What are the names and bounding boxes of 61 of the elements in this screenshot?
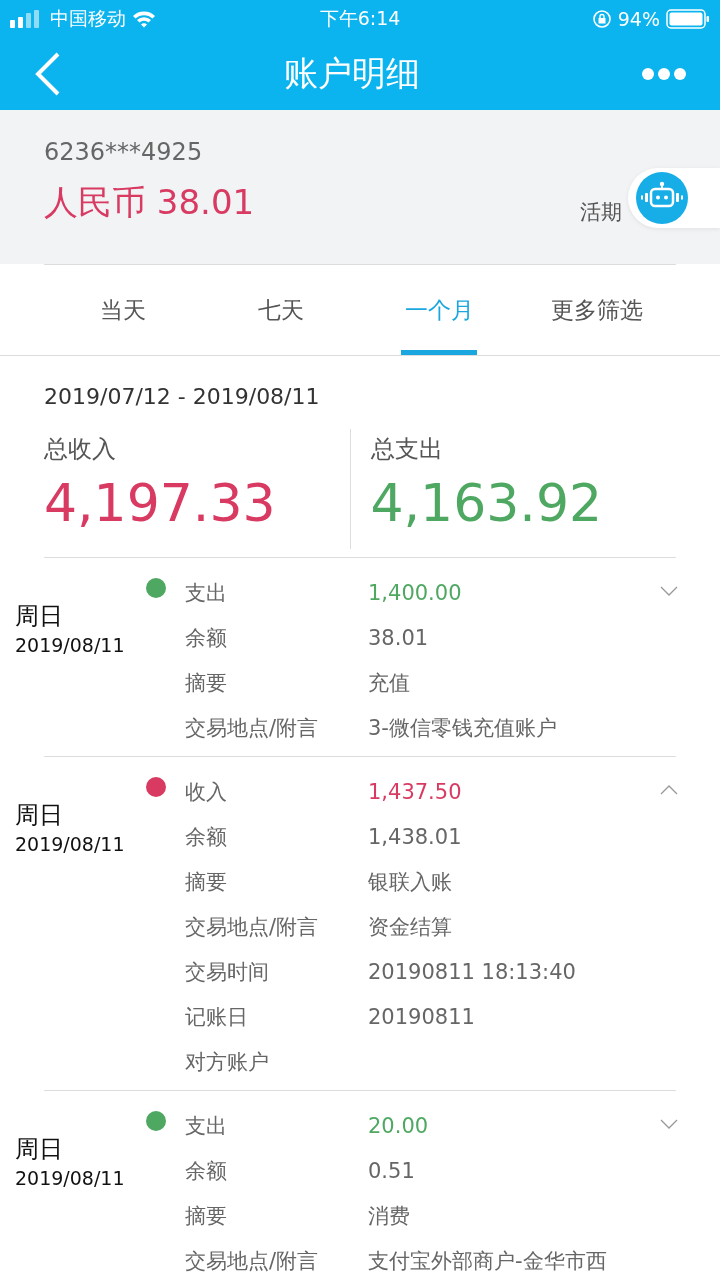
field-label: 交易地点/附言: [185, 714, 320, 742]
field-label: 摘要: [185, 1202, 228, 1230]
period-tab[interactable]: 更多筛选: [474, 265, 720, 355]
type-dot: [146, 1111, 166, 1131]
field-label: 支出: [185, 579, 228, 607]
field-label: 余额: [185, 823, 228, 851]
field-label: 交易地点/附言: [185, 913, 320, 941]
chevron-down-icon[interactable]: [660, 1119, 678, 1129]
account-balance: 人民币 38.01: [44, 181, 255, 224]
field-value: 3-微信零钱充值账户: [368, 714, 557, 742]
field-label: 摘要: [185, 868, 228, 896]
assistant-button[interactable]: [628, 168, 720, 228]
field-label: 对方账户: [185, 1048, 270, 1076]
robot-icon: [634, 172, 690, 224]
total-label: 总支出: [370, 434, 444, 465]
field-label: 收入: [185, 778, 228, 806]
back-icon[interactable]: [34, 52, 62, 96]
rotation-lock-icon: [591, 9, 612, 29]
battery-icon: [666, 9, 710, 29]
more-icon[interactable]: [642, 67, 686, 81]
page-title: 账户明细: [284, 52, 420, 95]
total-amount: 4,197.33: [44, 473, 277, 533]
account-type: 活期: [580, 199, 622, 226]
entry-date: 2019/08/11: [15, 833, 126, 855]
field-label: 交易时间: [185, 958, 270, 986]
field-value: 消费: [368, 1202, 410, 1230]
account-number: 6236***4925: [44, 138, 204, 166]
total-label: 总收入: [44, 434, 117, 465]
carrier-name: 中国移动: [50, 6, 126, 31]
field-value: 1,400.00: [368, 580, 462, 605]
field-value: 1,437.50: [368, 779, 462, 804]
field-value: 0.51: [368, 1158, 415, 1183]
chevron-up-icon[interactable]: [660, 785, 678, 795]
field-label: 余额: [185, 1157, 228, 1185]
field-label: 交易地点/附言: [185, 1247, 320, 1275]
field-value: 20.00: [368, 1113, 429, 1138]
wifi-icon: [132, 10, 156, 28]
field-label: 支出: [185, 1112, 228, 1140]
weekday: 周日: [15, 601, 64, 632]
weekday: 周日: [15, 800, 64, 831]
entry-date: 2019/08/11: [15, 1167, 126, 1189]
type-dot: [146, 777, 166, 797]
chevron-down-icon[interactable]: [660, 586, 678, 596]
field-value: 充值: [368, 669, 410, 697]
status-time: 下午6:14: [319, 6, 401, 31]
field-label: 摘要: [185, 669, 228, 697]
type-dot: [146, 578, 166, 598]
field-value: 支付宝外部商户-金华市西: [368, 1247, 607, 1275]
field-value: 20190811: [368, 1004, 475, 1029]
field-label: 记账日: [185, 1003, 249, 1031]
field-value: 资金结算: [368, 913, 452, 941]
date-range: 2019/07/12 - 2019/08/11: [43, 383, 321, 409]
field-value: 1,438.01: [368, 824, 462, 849]
field-value: 银联入账: [368, 868, 452, 896]
field-value: 38.01: [368, 625, 429, 650]
field-value: 20190811 18:13:40: [368, 959, 576, 984]
weekday: 周日: [15, 1134, 64, 1165]
field-label: 余额: [185, 624, 228, 652]
total-amount: 4,163.92: [370, 473, 604, 533]
entry-date: 2019/08/11: [15, 634, 126, 656]
battery-percent: 94%: [617, 8, 660, 30]
